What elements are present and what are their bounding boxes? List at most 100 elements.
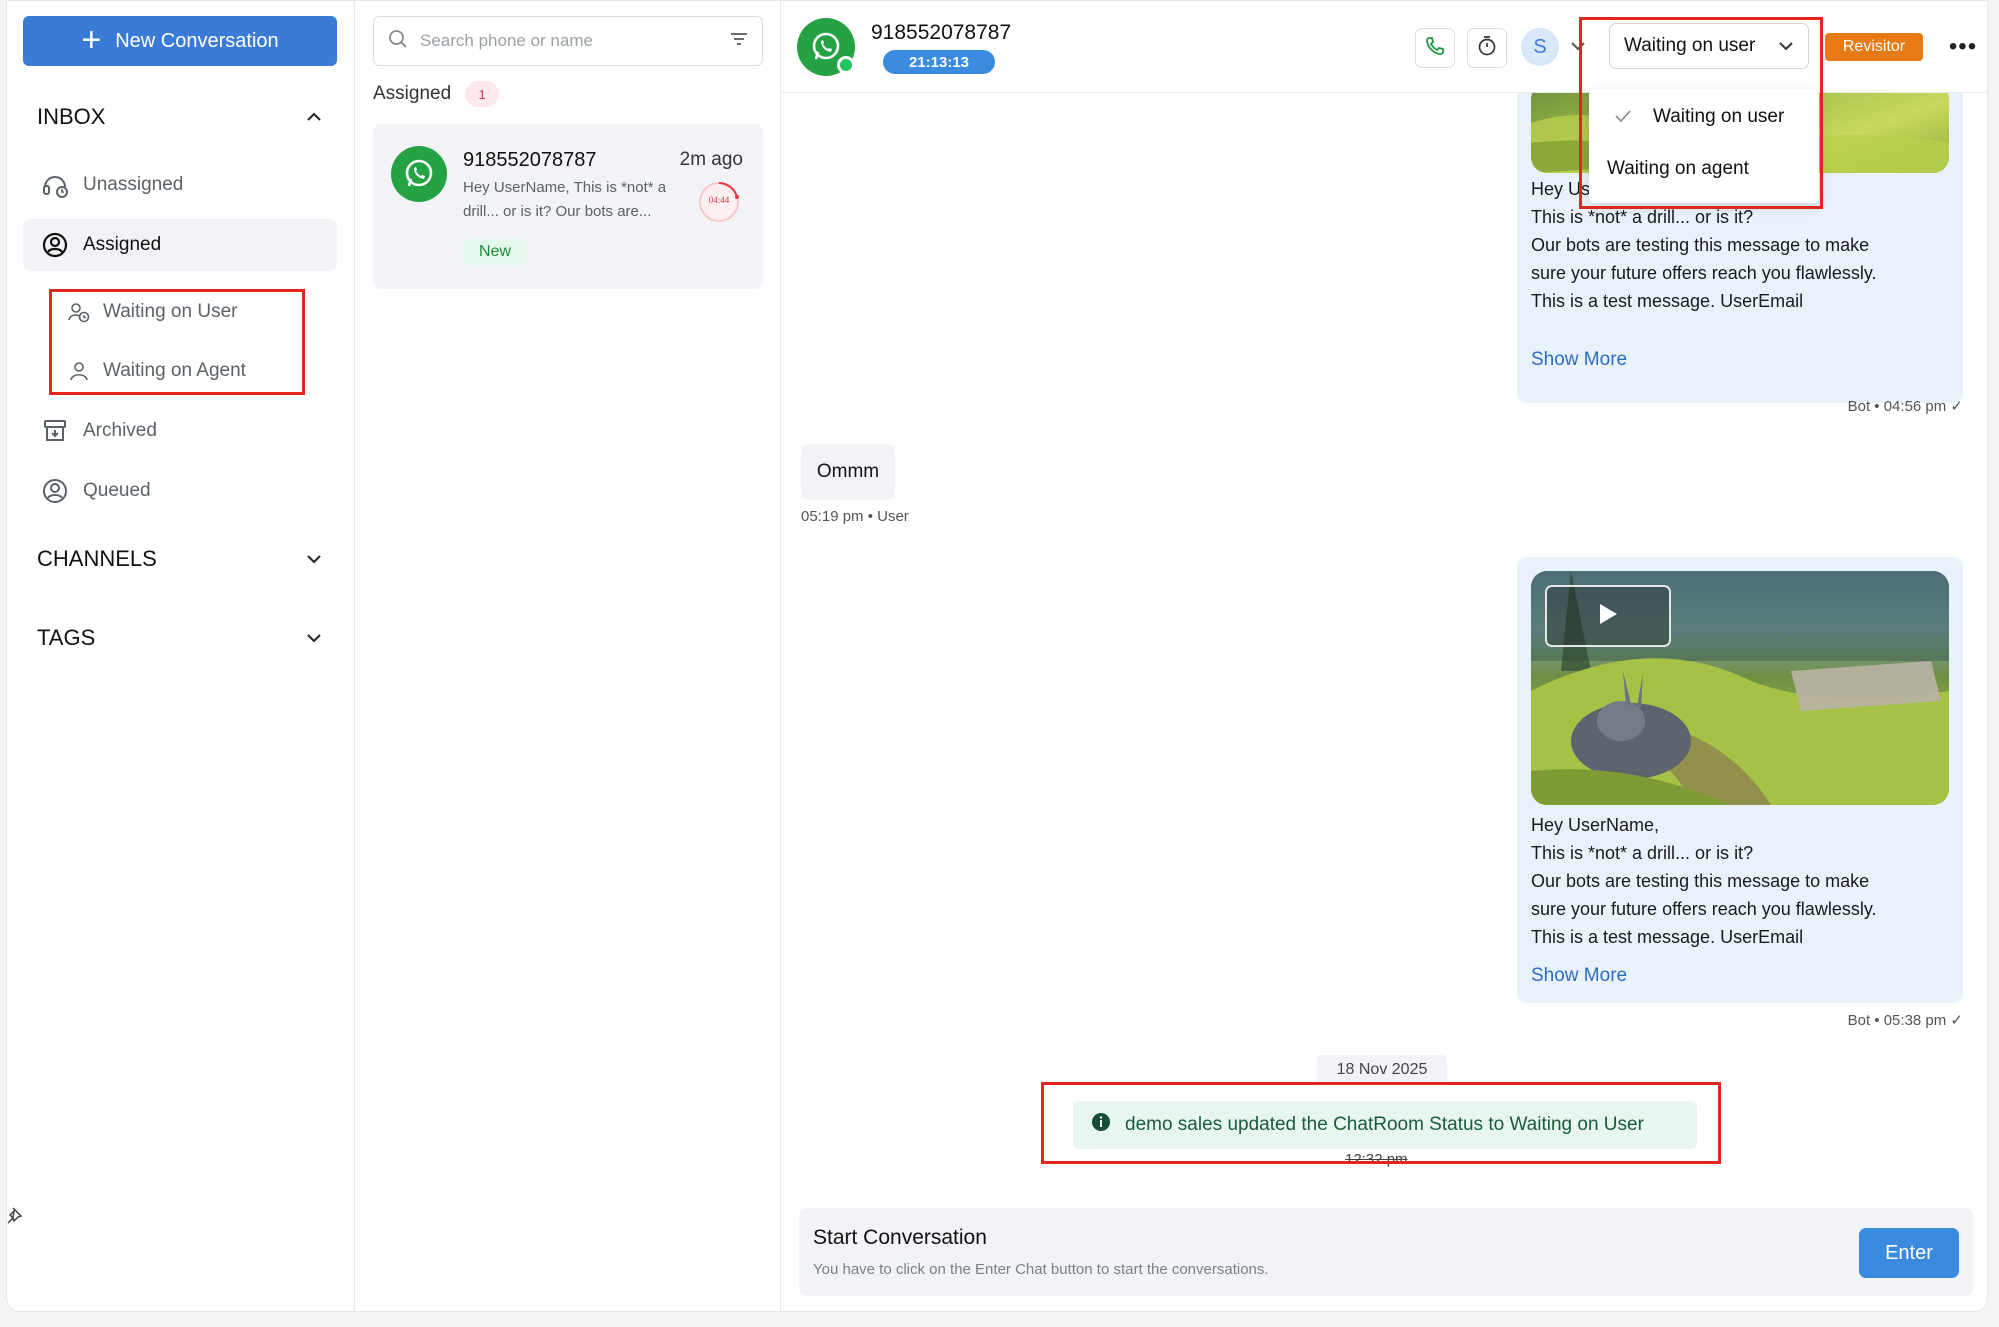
user-circle-icon <box>41 477 69 505</box>
chevron-down-icon <box>303 627 325 649</box>
stopwatch-icon <box>1476 35 1498 62</box>
start-conversation-title: Start Conversation <box>813 1226 987 1249</box>
app-window: + New Conversation INBOX Unassigned Assi… <box>6 0 1988 1312</box>
chat-header: 918552078787 21:13:13 S Waiting on user <box>781 1 1987 93</box>
new-conversation-label: New Conversation <box>115 29 279 52</box>
sidebar-item-label: Assigned <box>83 234 162 255</box>
status-option-label: Waiting on agent <box>1607 158 1749 179</box>
conversation-card[interactable]: 918552078787 2m ago Hey UserName, This i… <box>373 124 763 289</box>
search-icon <box>388 29 408 54</box>
agent-avatar[interactable]: S <box>1521 28 1559 66</box>
phone-icon <box>1425 36 1445 61</box>
conversation-preview: Hey UserName, This is *not* a drill... o… <box>463 179 667 220</box>
more-options-icon[interactable]: ••• <box>1945 29 1981 65</box>
play-icon <box>1597 602 1619 631</box>
message-text: Ommm <box>816 461 880 482</box>
channels-section-header[interactable]: CHANNELS <box>37 546 325 572</box>
message-line: This is *not* a drill... or is it? <box>1531 207 1754 227</box>
sidebar-item-label: Waiting on Agent <box>103 360 246 381</box>
revisitor-badge: Revisitor <box>1825 33 1923 61</box>
sidebar: + New Conversation INBOX Unassigned Assi… <box>7 1 355 1311</box>
chevron-up-icon <box>303 106 325 128</box>
tags-section-header[interactable]: TAGS <box>37 625 325 651</box>
assigned-section-header: Assigned 1 <box>373 81 500 107</box>
system-message-time: 12:32 pm <box>1345 1151 1408 1168</box>
inbox-title: INBOX <box>37 104 106 129</box>
status-dropdown[interactable]: Waiting on user <box>1609 23 1809 69</box>
online-indicator <box>837 56 855 74</box>
status-dropdown-value: Waiting on user <box>1624 35 1756 56</box>
filter-icon[interactable] <box>730 32 748 51</box>
system-message: demo sales updated the ChatRoom Status t… <box>1073 1101 1697 1149</box>
archive-icon <box>41 417 69 445</box>
chevron-down-icon <box>1778 35 1794 57</box>
sidebar-item-queued[interactable]: Queued <box>23 465 337 517</box>
sidebar-item-label: Archived <box>83 420 157 441</box>
sidebar-item-waiting-on-agent[interactable]: Waiting on Agent <box>67 359 246 383</box>
user-circle-icon <box>41 231 69 259</box>
bot-message: Hey UserName, This is *not* a drill... o… <box>1517 557 1963 1003</box>
sla-timer-label: 04:44 <box>708 195 730 205</box>
chat-panel: 918552078787 21:13:13 S Waiting on user <box>781 1 1987 1311</box>
message-line: This is a test message. UserEmail <box>1531 927 1804 947</box>
status-option-waiting-on-user[interactable]: Waiting on user <box>1589 95 1819 139</box>
plus-icon: + <box>81 20 102 59</box>
chat-phone: 918552078787 <box>871 21 1012 44</box>
conversation-time: 2m ago <box>679 149 743 170</box>
user-icon <box>67 359 91 383</box>
sidebar-item-label: Unassigned <box>83 174 184 195</box>
status-badge: New <box>463 239 528 265</box>
sidebar-item-assigned[interactable]: Assigned <box>23 219 337 271</box>
enter-chat-button[interactable]: Enter <box>1859 1228 1959 1278</box>
info-icon <box>1091 1112 1111 1138</box>
chat-timer: 21:13:13 <box>883 50 995 74</box>
channels-title: CHANNELS <box>37 546 157 571</box>
message-meta: Bot • 05:38 pm ✓ <box>1847 1012 1963 1029</box>
user-clock-icon <box>67 300 91 324</box>
message-line: sure your future offers reach you flawle… <box>1531 263 1877 283</box>
start-conversation-bar: Start Conversation You have to click on … <box>799 1208 1973 1296</box>
sidebar-item-archived[interactable]: Archived <box>23 405 337 457</box>
tags-title: TAGS <box>37 625 96 650</box>
message-line: This is a test message. UserEmail <box>1531 291 1804 311</box>
message-list: Hey UserName, This is *not* a drill... o… <box>781 93 1987 1199</box>
whatsapp-icon <box>391 146 447 202</box>
sidebar-item-unassigned[interactable]: Unassigned <box>23 159 337 211</box>
new-conversation-button[interactable]: + New Conversation <box>23 16 337 66</box>
sla-timer: 04:44 <box>697 180 741 224</box>
conversation-phone: 918552078787 <box>463 149 597 171</box>
start-conversation-subtitle: You have to click on the Enter Chat butt… <box>813 1261 1269 1278</box>
status-option-waiting-on-agent[interactable]: Waiting on agent <box>1589 147 1819 191</box>
sidebar-item-label: Waiting on User <box>103 301 238 322</box>
search-box <box>373 16 763 66</box>
message-meta: Bot • 04:56 pm ✓ <box>1847 398 1963 415</box>
headset-clock-icon <box>41 171 69 199</box>
system-message-text: demo sales updated the ChatRoom Status t… <box>1125 1114 1644 1135</box>
snooze-button[interactable] <box>1467 28 1507 68</box>
message-line: Our bots are testing this message to mak… <box>1531 871 1870 891</box>
video-thumbnail[interactable] <box>1531 571 1949 805</box>
message-line: sure your future offers reach you flawle… <box>1531 899 1877 919</box>
play-button[interactable] <box>1545 585 1671 647</box>
inbox-section-header[interactable]: INBOX <box>37 104 325 130</box>
message-line: Hey UserName, <box>1531 815 1660 835</box>
date-divider: 18 Nov 2025 <box>1317 1055 1447 1085</box>
search-input[interactable] <box>420 31 718 51</box>
sidebar-item-label: Queued <box>83 480 151 501</box>
status-option-label: Waiting on user <box>1653 106 1785 127</box>
show-more-link[interactable]: Show More <box>1531 349 1627 371</box>
chevron-down-icon <box>303 548 325 570</box>
sidebar-item-waiting-on-user[interactable]: Waiting on User <box>67 300 237 324</box>
user-message: Ommm <box>801 444 895 500</box>
assigned-section-title: Assigned <box>373 83 452 104</box>
pin-icon[interactable] <box>7 1206 25 1226</box>
message-meta: 05:19 pm • User <box>801 508 909 525</box>
call-button[interactable] <box>1415 28 1455 68</box>
check-icon <box>1615 106 1631 128</box>
assigned-count-badge: 1 <box>465 81 500 107</box>
show-more-link[interactable]: Show More <box>1531 965 1627 987</box>
message-text: Hey UserName, This is *not* a drill... o… <box>1531 811 1877 951</box>
chevron-down-icon[interactable] <box>1566 34 1590 58</box>
conversation-list-panel: Assigned 1 918552078787 2m ago Hey UserN… <box>355 1 781 1311</box>
message-line: This is *not* a drill... or is it? <box>1531 843 1754 863</box>
